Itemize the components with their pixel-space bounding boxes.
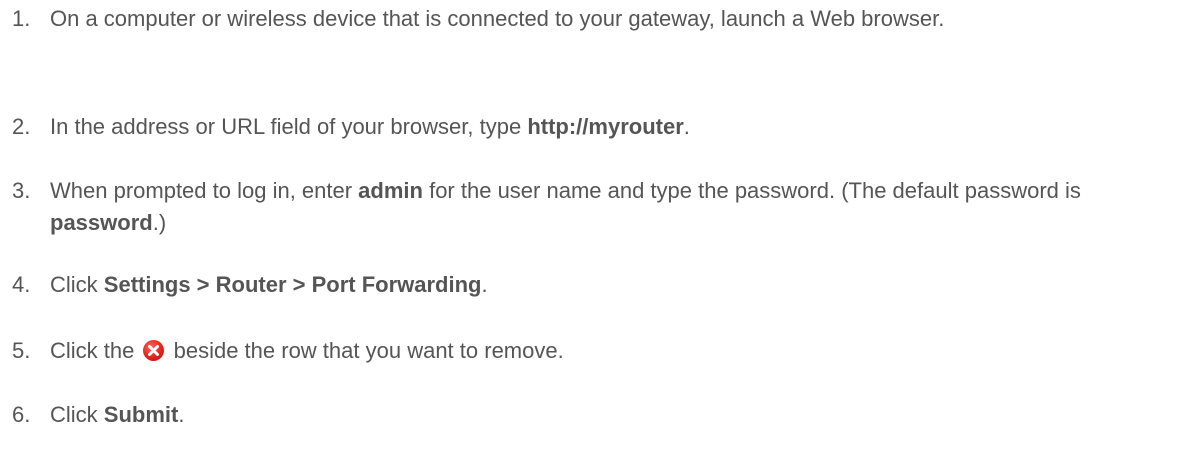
- step-text-part: In the address or URL field of your brow…: [50, 114, 528, 139]
- step-text: When prompted to log in, enter admin for…: [50, 175, 1142, 239]
- step-text: On a computer or wireless device that is…: [50, 6, 945, 31]
- step-number: 4.: [12, 272, 31, 297]
- step-6: 6. Click Submit.: [12, 399, 1142, 431]
- step-number: 2.: [12, 114, 31, 139]
- step-text-part: for the user name and type the password.…: [422, 178, 1081, 203]
- step-text-part: Click: [50, 402, 104, 427]
- step-text-part: .: [481, 272, 488, 297]
- delete-x-icon: [143, 340, 165, 361]
- step-3: 3. When prompted to log in, enter admin …: [12, 175, 1142, 239]
- step-2: 2. In the address or URL field of your b…: [12, 111, 1142, 143]
- step-text-part: .: [683, 114, 690, 139]
- step-number: 5.: [12, 338, 31, 363]
- submit-text: Submit: [103, 402, 179, 427]
- menu-path-text: Settings > Router > Port Forwarding: [103, 272, 482, 297]
- step-4: 4. Click Settings > Router > Port Forwar…: [12, 269, 1142, 301]
- step-text: Click Settings > Router > Port Forwardin…: [50, 269, 1142, 301]
- step-number: 6.: [12, 402, 31, 427]
- url-text: http://myrouter: [527, 114, 684, 139]
- step-text-part: When prompted to log in, enter: [50, 178, 359, 203]
- step-text-part: Click: [50, 272, 104, 297]
- step-number: 3.: [12, 178, 31, 203]
- step-text-part: Click the: [50, 338, 135, 363]
- step-text-part: .): [152, 210, 167, 235]
- step-text-part: .: [178, 402, 185, 427]
- step-text: In the address or URL field of your brow…: [50, 111, 1142, 143]
- step-text: Click Submit.: [50, 399, 1142, 431]
- step-text: Click the beside the row that you want t…: [50, 335, 1142, 367]
- step-number: 1.: [12, 6, 31, 31]
- username-text: admin: [358, 178, 423, 203]
- step-1: 1. On a computer or wireless device that…: [12, 3, 1142, 35]
- step-text-part: beside the row that you want to remove.: [173, 338, 564, 363]
- password-text: password: [50, 210, 153, 235]
- step-5: 5. Click the beside the row that you wan…: [12, 335, 1142, 367]
